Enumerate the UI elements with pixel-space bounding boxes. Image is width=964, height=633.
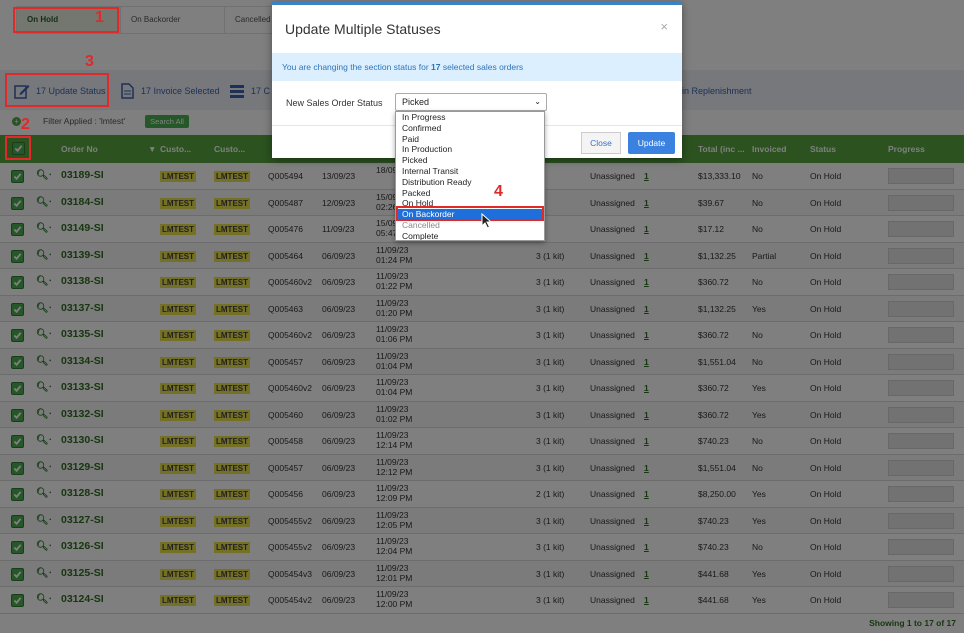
status-dropdown-list: In Progress Confirmed Paid In Production Pic… <box>395 111 545 241</box>
update-button[interactable]: Update <box>628 132 675 154</box>
close-icon[interactable]: × <box>660 19 668 34</box>
modal-info-banner: You are changing the section status for … <box>272 53 682 81</box>
annotation-box-3 <box>5 73 109 107</box>
dropdown-option[interactable]: Cancelled <box>396 220 544 231</box>
dropdown-option[interactable]: Paid <box>396 134 544 145</box>
dropdown-option[interactable]: Packed <box>396 188 544 199</box>
status-field-label: New Sales Order Status <box>286 98 383 108</box>
annotation-number: 4 <box>494 183 503 200</box>
dropdown-option[interactable]: Internal Transit <box>396 166 544 177</box>
annotation-box-4 <box>396 206 544 221</box>
annotation-number: 3 <box>85 53 94 70</box>
chevron-down-icon: ⌄ <box>534 97 541 106</box>
status-select-value: Picked <box>402 97 430 107</box>
annotation-number: 2 <box>21 116 30 133</box>
dropdown-option[interactable]: Complete <box>396 231 544 240</box>
status-select[interactable]: Picked ⌄ <box>395 93 547 111</box>
dropdown-option[interactable]: In Progress <box>396 112 544 123</box>
info-text-pre: You are changing the section status for <box>282 62 432 72</box>
modal-title: Update Multiple Statuses <box>285 21 441 37</box>
sales-orders-page: On Hold On Backorder Cancelled 17 Update… <box>0 0 964 633</box>
dropdown-option[interactable]: Confirmed <box>396 123 544 134</box>
dropdown-option[interactable]: Distribution Ready <box>396 177 544 188</box>
info-text-post: selected sales orders <box>440 62 524 72</box>
dropdown-option[interactable]: Picked <box>396 155 544 166</box>
dropdown-option[interactable]: In Production <box>396 144 544 155</box>
annotation-box-2 <box>5 136 31 160</box>
mouse-cursor-icon <box>481 213 493 229</box>
annotation-number: 1 <box>95 9 104 26</box>
close-button[interactable]: Close <box>581 132 621 154</box>
